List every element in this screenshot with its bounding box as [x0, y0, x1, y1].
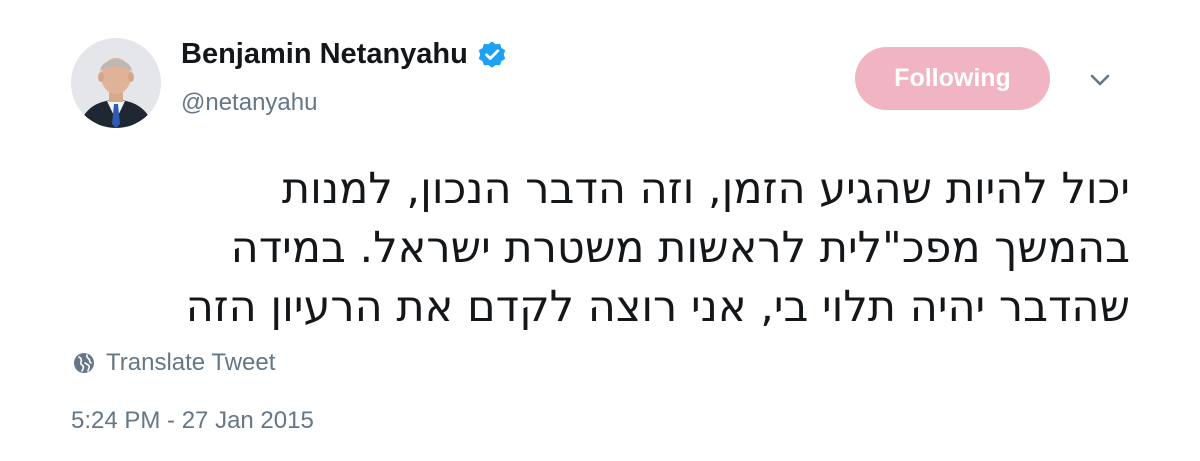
tweet-line-2: בהמשך מפכ"לית לראשות משטרת ישראל. במידה — [230, 223, 1130, 273]
author-name-row[interactable]: Benjamin Netanyahu — [181, 38, 507, 71]
tweet-text: יכול להיות שהגיע הזמן, וזה הדבר הנכון, ל… — [60, 160, 1130, 337]
translate-tweet-label[interactable]: Translate Tweet — [106, 349, 275, 377]
avatar-portrait-icon — [71, 38, 161, 128]
following-button[interactable]: Following — [855, 47, 1050, 110]
author-display-name[interactable]: Benjamin Netanyahu — [181, 38, 468, 71]
tweet-card: Benjamin Netanyahu @netanyahu Following … — [0, 0, 1200, 461]
tweet-line-1: יכול להיות שהגיע הזמן, וזה הדבר הנכון, ל… — [281, 164, 1130, 214]
avatar[interactable] — [71, 38, 161, 128]
globe-icon — [73, 352, 95, 374]
verified-badge-icon — [477, 40, 507, 70]
tweet-timestamp[interactable]: 5:24 PM - 27 Jan 2015 — [71, 407, 314, 435]
translate-tweet-link[interactable]: Translate Tweet — [73, 349, 275, 377]
chevron-down-icon[interactable] — [1085, 66, 1115, 94]
author-handle[interactable]: @netanyahu — [181, 89, 317, 117]
tweet-line-3: שהדבר יהיה תלוי בי, אני רוצה לקדם את הרע… — [185, 282, 1130, 332]
